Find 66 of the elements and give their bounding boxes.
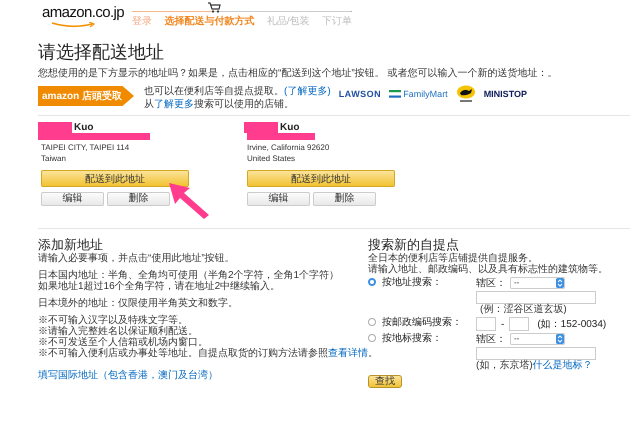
- amazon-logo[interactable]: amazon.co.jp: [42, 4, 124, 28]
- smile-icon: [50, 22, 96, 28]
- delete-button[interactable]: 删除: [107, 192, 170, 206]
- recipient-name: Kuo: [74, 122, 94, 133]
- progress-step: 登录: [132, 16, 152, 27]
- dash-text: -: [501, 318, 504, 330]
- delete-button[interactable]: 删除: [313, 192, 376, 206]
- radio-button[interactable]: [368, 334, 376, 342]
- edit-button[interactable]: 编辑: [41, 192, 104, 206]
- ship-here-button[interactable]: 配送到此地址: [41, 170, 189, 187]
- instruction-text: 如果地址1超过16个全角字符，请在地址2中继续输入。: [38, 281, 282, 292]
- option-label: 按地标搜索：: [382, 333, 442, 344]
- instruction-text: 日本国内地址：半角、全角均可使用（半角2个字符，全角1个字符）: [38, 270, 340, 281]
- region-dropdown[interactable]: --: [510, 333, 565, 345]
- region-dropdown[interactable]: --: [510, 277, 565, 289]
- description-text: 请输入地址、邮政编码、以及具有标志性的建筑物等。: [368, 264, 609, 275]
- description-text: 全日本的便利店等店铺提供自提服务。: [368, 253, 538, 264]
- landmark-help-link[interactable]: 什么是地标？: [532, 360, 593, 371]
- instruction-text: ※不可发送至个人信箱或机场内窗口。: [38, 337, 209, 348]
- option-label: 按地址搜索：: [382, 277, 442, 288]
- hint-text: (如，东京塔)什么是地标？: [476, 360, 594, 371]
- hint-text: (如：152-0034): [537, 318, 606, 331]
- region-label: 辖区：: [476, 334, 507, 344]
- section-title: 添加新地址: [38, 237, 104, 252]
- pickup-text-line: 从了解更多搜索可以使用的店铺。: [144, 98, 296, 111]
- international-address-link[interactable]: 填写国际地址（包含香港，澳门及台湾）: [38, 368, 218, 382]
- intro-text: 您想使用的是下方显示的地址吗？如果是，点击相应的“配送到这个地址”按钮。 或者您可以输入一个新的送货地址：。: [38, 68, 558, 80]
- details-link[interactable]: 查看详情: [328, 348, 368, 359]
- chevron-icon: [556, 278, 564, 288]
- learn-more-link[interactable]: 了解更多: [154, 99, 194, 110]
- radio-button[interactable]: [368, 278, 376, 286]
- option-label: 按邮政编码搜索：: [382, 317, 462, 328]
- country-text: United States: [246, 153, 296, 164]
- cart-icon: [207, 2, 222, 13]
- pointer-arrow-icon: [168, 182, 210, 220]
- hint-text: (例：涩谷区道玄坂): [479, 304, 568, 315]
- page-title: 请选择配送地址: [38, 42, 165, 62]
- instruction-text: ※请输入完整姓名以保证顺利配送。: [38, 326, 199, 337]
- postal-code-field[interactable]: [509, 317, 530, 331]
- edit-button[interactable]: 编辑: [247, 192, 310, 206]
- text-input-field[interactable]: [476, 291, 596, 304]
- instruction-text: ※不可输入汉字以及特殊文字等。: [38, 315, 189, 326]
- progress-step: 礼品/包装: [266, 16, 310, 27]
- store-logo: MINISTOP: [484, 89, 528, 99]
- store-logo: FamilyMart: [403, 89, 448, 99]
- search-button[interactable]: 查找: [368, 375, 402, 388]
- address-line: TAIPEI CITY, TAIPEI 114: [40, 142, 130, 153]
- region-label: 辖区：: [476, 278, 507, 288]
- instruction-text: 请输入必要事项，并点击“使用此地址”按钮。: [38, 253, 236, 264]
- address-line: Irvine, California 92620: [246, 142, 330, 153]
- ship-here-button[interactable]: 配送到此地址: [247, 170, 395, 187]
- country-text: Taiwan: [40, 153, 67, 164]
- recipient-name: Kuo: [280, 122, 300, 133]
- progress-step: 下订单: [322, 16, 352, 27]
- postal-code-field[interactable]: [476, 317, 496, 331]
- stripes-icon: [389, 90, 402, 98]
- pickup-badge: amazon 店頭受取: [38, 86, 134, 106]
- store-logo: LAWSON: [338, 89, 382, 99]
- pickup-text-line: 也可以在便利店等自提点提取。(了解更多): [144, 85, 331, 98]
- learn-more-link[interactable]: (了解更多): [284, 86, 331, 97]
- instruction-text: 日本境外的地址：仅限使用半角英文和数字。: [38, 298, 239, 309]
- chevron-icon: [556, 334, 564, 344]
- section-title: 搜索新的自提点: [368, 237, 460, 252]
- text-input-field[interactable]: [476, 347, 596, 360]
- radio-button[interactable]: [368, 318, 376, 326]
- progress-step: 选择配送与付款方式: [164, 16, 254, 27]
